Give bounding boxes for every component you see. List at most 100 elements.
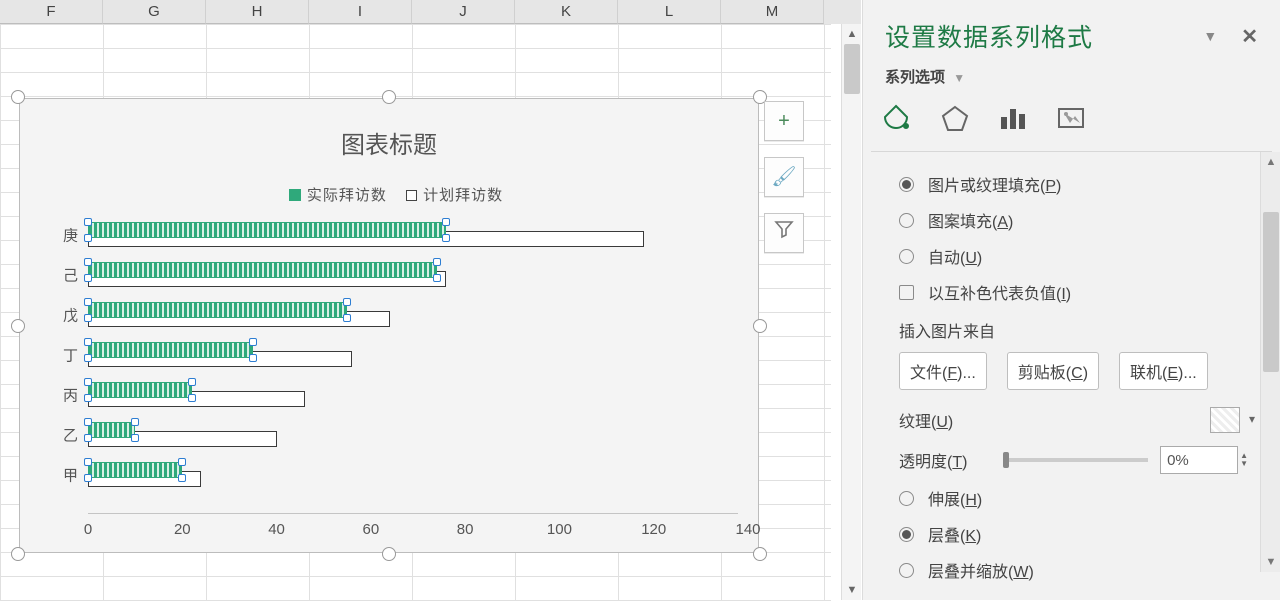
actual-bar[interactable] bbox=[88, 382, 192, 398]
scroll-down-icon[interactable]: ▼ bbox=[842, 580, 862, 600]
column-header[interactable]: F bbox=[0, 0, 103, 24]
insert-from-file-button[interactable]: 文件(F)... bbox=[899, 352, 987, 390]
x-axis-tick: 120 bbox=[641, 521, 666, 538]
sheet-vertical-scrollbar[interactable]: ▲ ▼ bbox=[841, 24, 861, 600]
picture-stack-option[interactable]: 层叠(K) bbox=[899, 516, 1270, 552]
checkbox-icon bbox=[899, 285, 914, 300]
column-header[interactable]: J bbox=[412, 0, 515, 24]
option-label: 伸展(H) bbox=[928, 486, 982, 510]
column-header[interactable]: H bbox=[206, 0, 309, 24]
insert-from-online-button[interactable]: 联机(E)... bbox=[1119, 352, 1208, 390]
fill-option-picture-texture[interactable]: 图片或纹理填充(P) bbox=[899, 166, 1270, 202]
scroll-up-icon[interactable]: ▲ bbox=[842, 24, 862, 44]
x-axis-tick: 20 bbox=[174, 521, 191, 538]
series-selection-handle[interactable] bbox=[131, 418, 139, 426]
chart-legend[interactable]: 实际拜访数 计划拜访数 bbox=[20, 184, 758, 205]
plus-icon: + bbox=[778, 110, 790, 132]
series-selection-handle[interactable] bbox=[84, 298, 92, 306]
x-axis-tick: 80 bbox=[457, 521, 474, 538]
option-label: 自动(U) bbox=[928, 244, 982, 268]
series-selection-handle[interactable] bbox=[84, 418, 92, 426]
pane-title-dropdown-icon[interactable]: ▼ bbox=[1203, 28, 1217, 44]
series-selection-handle[interactable] bbox=[442, 218, 450, 226]
scroll-thumb[interactable] bbox=[844, 44, 860, 94]
column-header[interactable]: I bbox=[309, 0, 412, 24]
pane-close-button[interactable]: ✕ bbox=[1241, 24, 1258, 49]
fill-option-auto[interactable]: 自动(U) bbox=[899, 238, 1270, 274]
series-selection-handle[interactable] bbox=[433, 258, 441, 266]
series-selection-handle[interactable] bbox=[84, 274, 92, 282]
series-selection-handle[interactable] bbox=[131, 434, 139, 442]
actual-bar[interactable] bbox=[88, 342, 253, 358]
resize-handle[interactable] bbox=[382, 90, 396, 104]
chart-filters-button[interactable] bbox=[764, 213, 804, 253]
series-selection-handle[interactable] bbox=[84, 378, 92, 386]
pane-subtitle[interactable]: 系列选项 ▼ bbox=[863, 62, 1280, 93]
series-selection-handle[interactable] bbox=[84, 234, 92, 242]
actual-bar[interactable] bbox=[88, 462, 182, 478]
texture-picker[interactable] bbox=[1210, 407, 1240, 433]
actual-bar[interactable] bbox=[88, 222, 446, 238]
series-selection-handle[interactable] bbox=[84, 394, 92, 402]
series-selection-handle[interactable] bbox=[249, 354, 257, 362]
actual-bar[interactable] bbox=[88, 302, 347, 318]
x-axis-line bbox=[88, 513, 738, 514]
invert-negative-checkbox[interactable]: 以互补色代表负值(I) bbox=[899, 274, 1270, 310]
series-selection-handle[interactable] bbox=[188, 378, 196, 386]
series-selection-handle[interactable] bbox=[178, 458, 186, 466]
transparency-input[interactable] bbox=[1160, 446, 1238, 474]
column-header[interactable]: K bbox=[515, 0, 618, 24]
actual-bar[interactable] bbox=[88, 422, 135, 438]
series-selection-handle[interactable] bbox=[343, 298, 351, 306]
series-selection-handle[interactable] bbox=[343, 314, 351, 322]
resize-handle[interactable] bbox=[11, 90, 25, 104]
series-selection-handle[interactable] bbox=[433, 274, 441, 282]
category-label: 丁 bbox=[48, 345, 78, 366]
resize-handle[interactable] bbox=[753, 547, 767, 561]
series-selection-handle[interactable] bbox=[84, 354, 92, 362]
series-selection-handle[interactable] bbox=[84, 474, 92, 482]
series-selection-handle[interactable] bbox=[442, 234, 450, 242]
chart-elements-button[interactable]: + bbox=[764, 101, 804, 141]
picture-stretch-option[interactable]: 伸展(H) bbox=[899, 480, 1270, 516]
column-header[interactable]: L bbox=[618, 0, 721, 24]
column-header[interactable]: M bbox=[721, 0, 824, 24]
option-label: 层叠并缩放(W) bbox=[928, 558, 1034, 582]
series-selection-handle[interactable] bbox=[84, 338, 92, 346]
series-selection-handle[interactable] bbox=[84, 314, 92, 322]
legend-swatch-actual bbox=[289, 189, 301, 201]
scroll-up-icon[interactable]: ▲ bbox=[1261, 152, 1280, 172]
column-headers: FGHIJKLM bbox=[0, 0, 861, 24]
series-selection-handle[interactable] bbox=[84, 434, 92, 442]
radio-selected-icon bbox=[899, 177, 914, 192]
plot-area[interactable]: 庚己戊丁丙乙甲020406080100120140 bbox=[48, 221, 738, 514]
resize-handle[interactable] bbox=[11, 547, 25, 561]
spinner-buttons[interactable]: ▲▼ bbox=[1240, 452, 1248, 468]
fill-line-tab[interactable] bbox=[879, 101, 915, 135]
resize-handle[interactable] bbox=[11, 319, 25, 333]
insert-from-clipboard-button[interactable]: 剪贴板(C) bbox=[1007, 352, 1099, 390]
fill-option-pattern[interactable]: 图案填充(A) bbox=[899, 202, 1270, 238]
series-selection-handle[interactable] bbox=[178, 474, 186, 482]
pane-vertical-scrollbar[interactable]: ▲ ▼ bbox=[1260, 152, 1280, 572]
series-options-tab[interactable] bbox=[995, 101, 1031, 135]
resize-handle[interactable] bbox=[382, 547, 396, 561]
transparency-slider[interactable] bbox=[1005, 458, 1148, 462]
size-properties-tab[interactable] bbox=[1053, 101, 1089, 135]
series-selection-handle[interactable] bbox=[84, 218, 92, 226]
scroll-thumb[interactable] bbox=[1263, 212, 1279, 372]
column-header[interactable]: G bbox=[103, 0, 206, 24]
scroll-down-icon[interactable]: ▼ bbox=[1261, 552, 1280, 572]
actual-bar[interactable] bbox=[88, 262, 437, 278]
chart-title[interactable]: 图表标题 bbox=[20, 99, 758, 160]
x-axis-tick: 140 bbox=[735, 521, 760, 538]
series-selection-handle[interactable] bbox=[188, 394, 196, 402]
picture-stack-scale-option[interactable]: 层叠并缩放(W) bbox=[899, 552, 1270, 588]
series-selection-handle[interactable] bbox=[84, 258, 92, 266]
effects-tab[interactable] bbox=[937, 101, 973, 135]
chart-styles-button[interactable]: 🖌 bbox=[764, 157, 804, 197]
embedded-chart[interactable]: 图表标题 实际拜访数 计划拜访数 庚己戊丁丙乙甲0204060801001201… bbox=[19, 98, 759, 553]
series-selection-handle[interactable] bbox=[84, 458, 92, 466]
resize-handle[interactable] bbox=[753, 319, 767, 333]
series-selection-handle[interactable] bbox=[249, 338, 257, 346]
